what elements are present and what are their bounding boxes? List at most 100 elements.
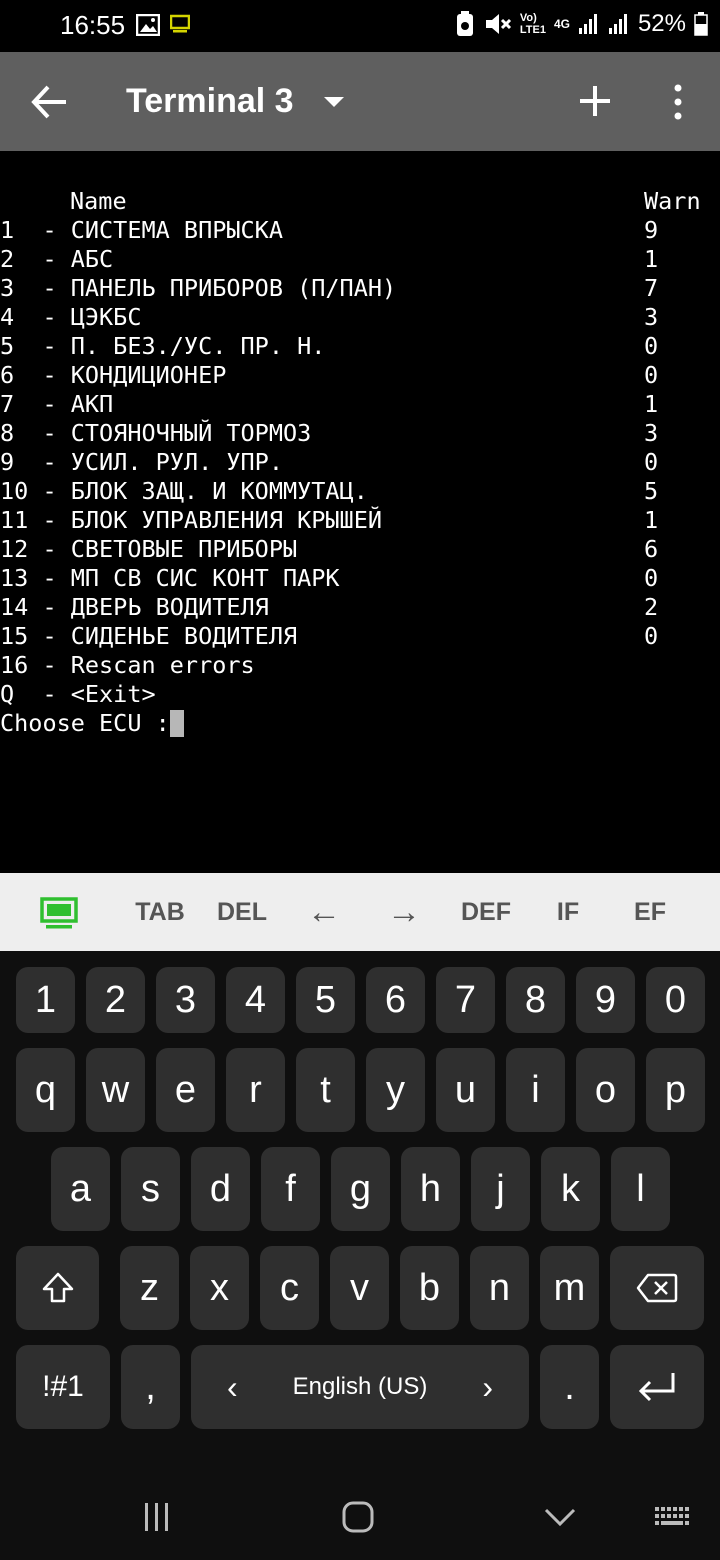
add-session-icon[interactable] — [578, 84, 612, 118]
key-v[interactable]: v — [330, 1246, 389, 1330]
comma-key[interactable]: , — [121, 1345, 180, 1429]
space-key[interactable]: ‹ English (US) › — [191, 1345, 529, 1429]
extra-keys-row: TAB DEL ← → DEF IF EF — [0, 873, 720, 951]
key-3[interactable]: 3 — [156, 967, 215, 1033]
ecu-row-label: 6 - КОНДИЦИОНЕР — [0, 361, 227, 389]
data-saver-icon — [456, 11, 473, 36]
backspace-icon — [636, 1273, 678, 1303]
key-k[interactable]: k — [541, 1147, 600, 1231]
volte-bottom: LTE1 — [519, 24, 546, 36]
key-x[interactable]: x — [190, 1246, 249, 1330]
status-time: 16:55 — [60, 10, 126, 40]
rescan-option: 16 - Rescan errors — [0, 651, 255, 679]
ecu-row-label: 5 - П. БЕЗ./УС. ПР. Н. — [0, 332, 326, 360]
key-j[interactable]: j — [471, 1147, 530, 1231]
ecu-row-label: 9 - УСИЛ. РУЛ. УПР. — [0, 448, 283, 476]
key-h[interactable]: h — [401, 1147, 460, 1231]
key-d[interactable]: d — [191, 1147, 250, 1231]
signal-icon-2 — [608, 14, 627, 34]
key-m[interactable]: m — [540, 1246, 599, 1330]
key-w[interactable]: w — [86, 1048, 145, 1132]
extra-key-0[interactable]: TAB — [120, 873, 200, 951]
app-bar: Terminal 3 — [0, 52, 720, 151]
key-n[interactable]: n — [470, 1246, 529, 1330]
period-key[interactable]: . — [540, 1345, 599, 1429]
ecu-row-warn: 3 — [644, 303, 659, 331]
ecu-prompt[interactable]: Choose ECU : — [0, 709, 184, 738]
prompt-text: Choose ECU : — [0, 709, 170, 737]
key-p[interactable]: p — [646, 1048, 705, 1132]
keyboard-switch-icon[interactable] — [654, 1506, 692, 1530]
key-a[interactable]: a — [51, 1147, 110, 1231]
extra-key-1[interactable]: DEL — [202, 873, 282, 951]
ecu-row-warn: 0 — [644, 332, 659, 360]
key-l[interactable]: l — [611, 1147, 670, 1231]
key-u[interactable]: u — [436, 1048, 495, 1132]
extra-key-2[interactable]: ← — [284, 873, 364, 951]
shift-key[interactable] — [16, 1246, 99, 1330]
key-q[interactable]: q — [16, 1048, 75, 1132]
hide-keyboard-icon[interactable] — [544, 1508, 576, 1528]
ecu-row-warn: 6 — [644, 535, 659, 563]
key-c[interactable]: c — [260, 1246, 319, 1330]
extra-key-5[interactable]: IF — [528, 873, 608, 951]
volte-top: Vo) — [519, 12, 537, 24]
more-options-icon[interactable] — [666, 82, 690, 122]
session-title[interactable]: Terminal 3 — [126, 82, 294, 121]
home-icon[interactable] — [342, 1501, 374, 1533]
language-next: › — [482, 1368, 493, 1405]
ecu-row-warn: 1 — [644, 245, 659, 273]
key-f[interactable]: f — [261, 1147, 320, 1231]
enter-key[interactable] — [610, 1345, 704, 1429]
extra-key-6[interactable]: EF — [610, 873, 690, 951]
terminal-output[interactable]: Name Warn 1 - СИСТЕМА ВПРЫСКА 9 2 - АБС 1 3 … — [0, 151, 720, 873]
key-y[interactable]: y — [366, 1048, 425, 1132]
key-g[interactable]: g — [331, 1147, 390, 1231]
ecu-row-label: 10 - БЛОК ЗАЩ. И КОММУТАЦ. — [0, 477, 368, 505]
ecu-row-warn: 0 — [644, 622, 659, 650]
volte-label: Vo) LTE1 — [520, 12, 546, 36]
ecu-row-warn: 0 — [644, 448, 659, 476]
symbols-key[interactable]: !#1 — [16, 1345, 110, 1429]
extra-key-3[interactable]: → — [364, 873, 444, 951]
ecu-row-label: 7 - АКП — [0, 390, 114, 418]
back-arrow-icon[interactable] — [30, 84, 70, 120]
key-r[interactable]: r — [226, 1048, 285, 1132]
key-z[interactable]: z — [120, 1246, 179, 1330]
key-i[interactable]: i — [506, 1048, 565, 1132]
key-8[interactable]: 8 — [506, 967, 565, 1033]
terminal-header-warn: Warn — [644, 187, 701, 215]
key-s[interactable]: s — [121, 1147, 180, 1231]
battery-icon — [694, 12, 708, 36]
recent-apps-icon[interactable] — [142, 1502, 172, 1532]
key-o[interactable]: o — [576, 1048, 635, 1132]
ecu-row-warn: 7 — [644, 274, 659, 302]
ecu-row-warn: 9 — [644, 216, 659, 244]
key-t[interactable]: t — [296, 1048, 355, 1132]
keyboard-toggle-icon[interactable] — [40, 897, 78, 931]
ecu-row-warn: 2 — [644, 593, 659, 621]
key-9[interactable]: 9 — [576, 967, 635, 1033]
key-e[interactable]: e — [156, 1048, 215, 1132]
key-6[interactable]: 6 — [366, 967, 425, 1033]
chevron-down-icon[interactable] — [322, 94, 346, 110]
key-b[interactable]: b — [400, 1246, 459, 1330]
ecu-row-label: 11 - БЛОК УПРАВЛЕНИЯ КРЫШЕЙ — [0, 506, 383, 534]
key-1[interactable]: 1 — [16, 967, 75, 1033]
shift-icon — [42, 1272, 73, 1303]
key-0[interactable]: 0 — [646, 967, 705, 1033]
language-label: English (US) — [292, 1373, 428, 1400]
key-4[interactable]: 4 — [226, 967, 285, 1033]
extra-key-4[interactable]: DEF — [446, 873, 526, 951]
key-5[interactable]: 5 — [296, 967, 355, 1033]
key-7[interactable]: 7 — [436, 967, 495, 1033]
ecu-row-label: 1 - СИСТЕМА ВПРЫСКА — [0, 216, 283, 244]
status-bar: 16:55 Vo) LTE1 4G 52% — [0, 0, 720, 52]
ecu-row-label: 12 - СВЕТОВЫЕ ПРИБОРЫ — [0, 535, 298, 563]
ecu-row-label: 4 - ЦЭКБС — [0, 303, 142, 331]
key-2[interactable]: 2 — [86, 967, 145, 1033]
ecu-row-label: 14 - ДВЕРЬ ВОДИТЕЛЯ — [0, 593, 269, 621]
backspace-key[interactable] — [610, 1246, 704, 1330]
signal-icon — [578, 14, 597, 34]
network-type: 4G — [553, 17, 570, 31]
